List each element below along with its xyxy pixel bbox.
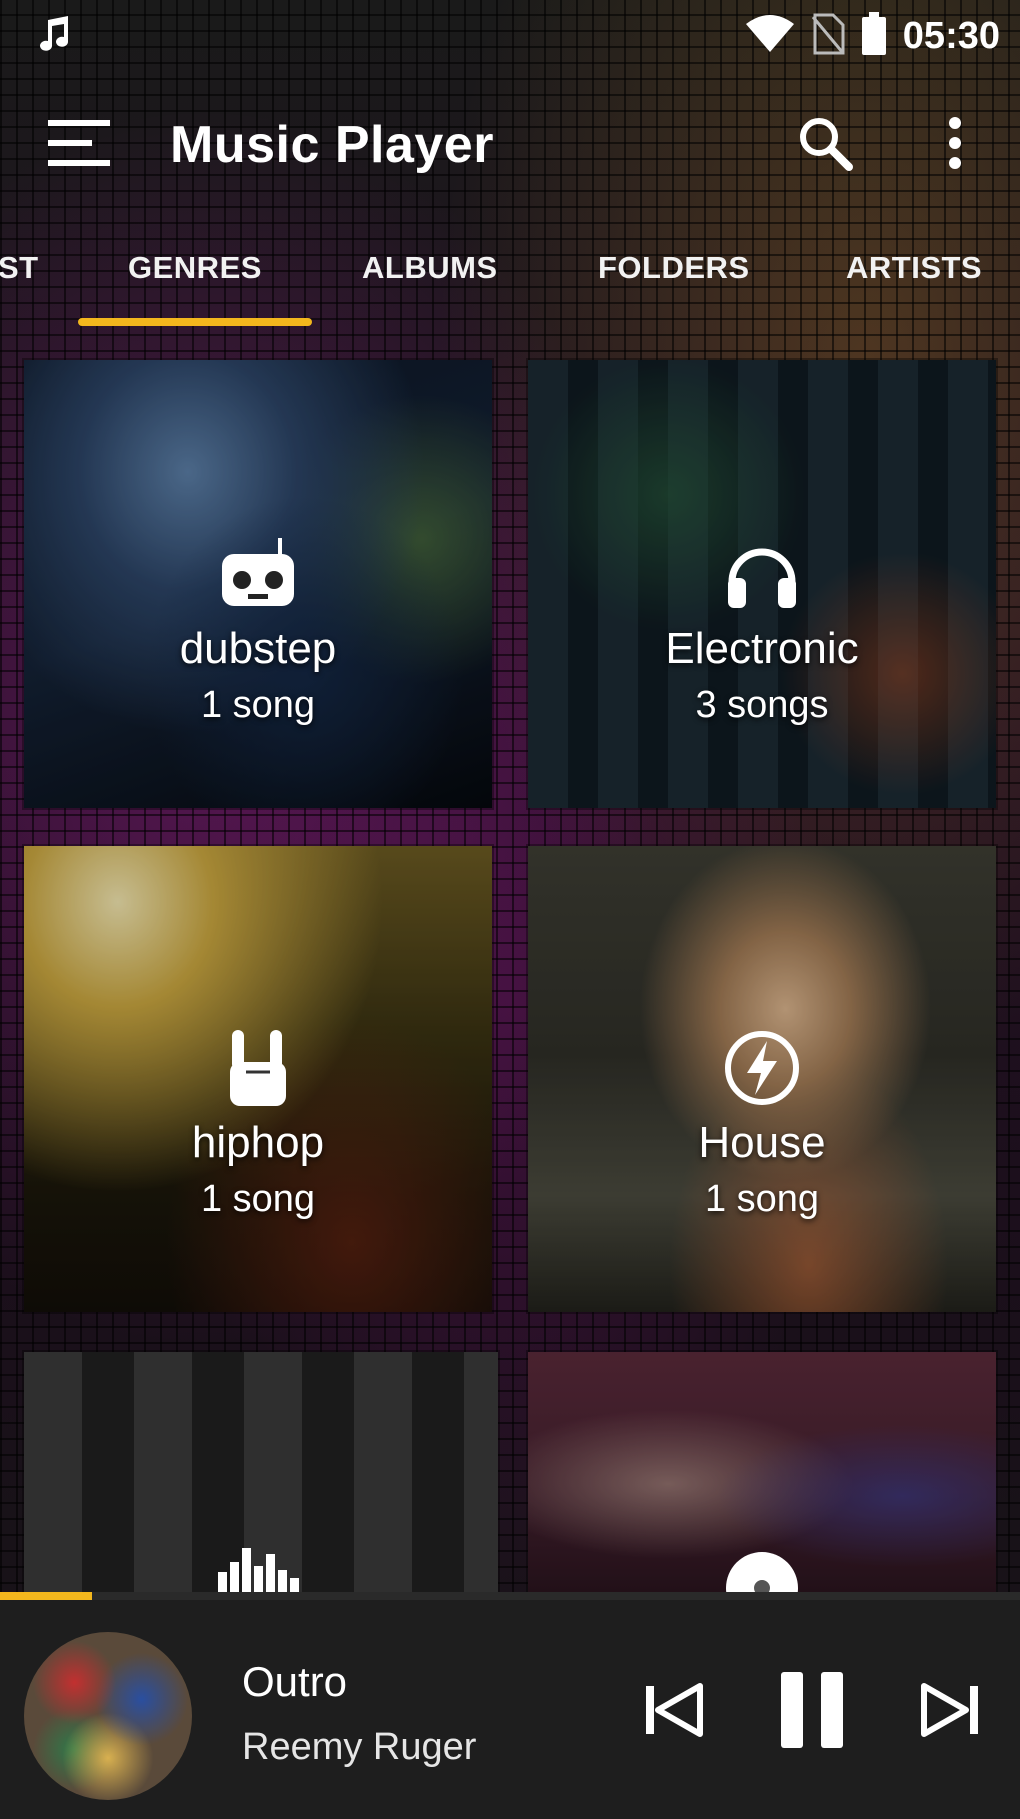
album-art[interactable] — [24, 1632, 192, 1800]
music-note-icon — [36, 15, 70, 57]
previous-button[interactable] — [624, 1662, 724, 1762]
more-vert-icon — [947, 116, 963, 175]
app-toolbar: Music Player — [0, 90, 1020, 200]
rock-hand-icon — [216, 1026, 300, 1110]
tab-folders[interactable]: FOLDERS — [598, 250, 750, 286]
no-sim-icon — [811, 13, 845, 60]
genre-song-count: 1 song — [200, 684, 316, 726]
tab-artists[interactable]: ARTISTS — [846, 250, 982, 286]
genre-name: Electronic — [665, 624, 859, 673]
music-player-app: 05:30 Music Player ST GENRES ALBUMS FOLD… — [0, 0, 1020, 1819]
tab-genres[interactable]: GENRES — [128, 250, 262, 286]
genre-name: dubstep — [179, 624, 337, 673]
tab-playlist[interactable]: ST — [0, 250, 39, 286]
playback-progress[interactable] — [0, 1592, 1020, 1600]
next-button[interactable] — [900, 1662, 1000, 1762]
wifi-icon — [745, 14, 795, 59]
playback-progress-fill — [0, 1592, 92, 1600]
genre-song-count: 1 song — [200, 1178, 316, 1220]
genre-card-content: dubstep 1 song — [24, 532, 492, 727]
status-bar: 05:30 — [0, 0, 1020, 72]
search-icon — [797, 115, 853, 176]
app-title: Music Player — [170, 116, 494, 174]
genre-grid: dubstep 1 song Electronic 3 songs hiphop… — [0, 360, 1020, 1592]
genre-card-6[interactable] — [528, 1352, 996, 1592]
pause-button[interactable] — [762, 1662, 862, 1762]
genre-card-content: House 1 song — [528, 1026, 996, 1221]
headphones-icon — [720, 532, 804, 616]
mini-player[interactable]: Outro Reemy Ruger — [0, 1592, 1020, 1819]
menu-icon — [48, 118, 112, 173]
genre-card-content: Electronic 3 songs — [528, 532, 996, 727]
genre-card-hiphop[interactable]: hiphop 1 song — [24, 846, 492, 1312]
lightning-icon — [720, 1026, 804, 1110]
more-options-button[interactable] — [910, 95, 1000, 195]
genre-name: hiphop — [191, 1118, 325, 1167]
track-artist: Reemy Ruger — [242, 1726, 477, 1768]
next-icon — [920, 1682, 980, 1743]
track-title: Outro — [242, 1658, 348, 1705]
disc-icon — [722, 1548, 802, 1592]
tab-albums[interactable]: ALBUMS — [362, 250, 498, 286]
genre-card-5[interactable] — [24, 1352, 498, 1592]
genre-card-dubstep[interactable]: dubstep 1 song — [24, 360, 492, 808]
genre-song-count: 3 songs — [695, 684, 829, 726]
menu-button[interactable] — [30, 95, 130, 195]
genre-card-electronic[interactable]: Electronic 3 songs — [528, 360, 996, 808]
equalizer-icon — [216, 1542, 300, 1592]
genre-song-count: 1 song — [704, 1178, 820, 1220]
tab-indicator — [78, 318, 312, 326]
genre-card-house[interactable]: House 1 song — [528, 846, 996, 1312]
search-button[interactable] — [780, 95, 870, 195]
previous-icon — [644, 1682, 704, 1743]
genre-name: House — [698, 1118, 826, 1167]
tab-bar: ST GENRES ALBUMS FOLDERS ARTISTS — [0, 230, 1020, 330]
genre-card-content: hiphop 1 song — [24, 1026, 492, 1221]
battery-icon — [861, 11, 887, 61]
pause-icon — [777, 1670, 847, 1755]
status-time: 05:30 — [902, 14, 1000, 57]
robot-icon — [216, 532, 300, 616]
